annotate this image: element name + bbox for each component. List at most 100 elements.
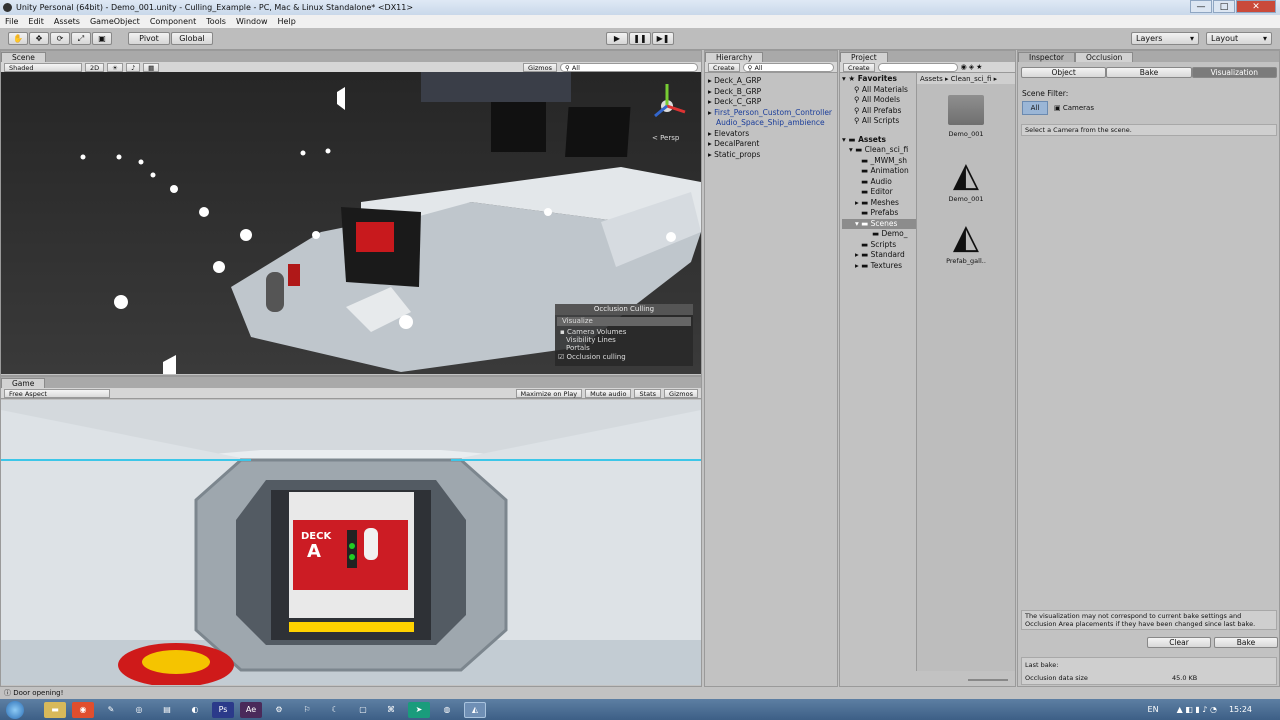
- audio-toggle-icon[interactable]: ♪: [125, 62, 141, 72]
- rotate-tool-icon[interactable]: ⟳: [50, 32, 70, 45]
- app-icon[interactable]: ➤: [408, 701, 430, 718]
- lighting-toggle-icon[interactable]: ☀: [107, 62, 123, 72]
- folder-item[interactable]: ▬ Audio: [842, 177, 916, 188]
- minimize-button[interactable]: —: [1190, 0, 1212, 13]
- scene-search-input[interactable]: ⚲ All: [560, 62, 698, 72]
- rect-tool-icon[interactable]: ▣: [92, 32, 112, 45]
- asset-item[interactable]: ◭ Prefab_gall..: [946, 219, 986, 265]
- menu-gameobject[interactable]: GameObject: [85, 17, 145, 26]
- chrome-icon[interactable]: ◉: [72, 701, 94, 718]
- favorite-item[interactable]: ⚲ All Prefabs: [842, 106, 916, 117]
- layout-dropdown[interactable]: Layout ▾: [1206, 32, 1272, 45]
- folder-item[interactable]: ▸ ▬ Standard: [842, 250, 916, 261]
- hierarchy-item[interactable]: Audio_Space_Ship_ambience: [708, 118, 832, 129]
- hierarchy-item[interactable]: ▸ Deck_A_GRP: [708, 76, 832, 87]
- favorite-item[interactable]: ⚲ All Models: [842, 95, 916, 106]
- pause-button[interactable]: ❚❚: [629, 32, 651, 45]
- app-icon[interactable]: ▤: [156, 702, 178, 718]
- app-icon[interactable]: ⚙: [268, 702, 290, 718]
- subtab-bake[interactable]: Bake: [1106, 67, 1192, 78]
- gizmos-dropdown[interactable]: Gizmos: [523, 62, 557, 72]
- filter-all-button[interactable]: All: [1022, 101, 1048, 115]
- menu-component[interactable]: Component: [145, 17, 201, 26]
- folder-item[interactable]: ▸ ▬ Textures: [842, 261, 916, 272]
- bake-button[interactable]: Bake: [1214, 637, 1278, 648]
- hierarchy-item[interactable]: ▸ Deck_B_GRP: [708, 87, 832, 98]
- maximize-button[interactable]: □: [1213, 0, 1235, 13]
- hierarchy-search-input[interactable]: ⚲ All: [742, 62, 834, 72]
- mute-audio-toggle[interactable]: Mute audio: [585, 388, 632, 398]
- clock[interactable]: 15:24: [1229, 705, 1252, 714]
- hierarchy-item[interactable]: ▸ Elevators: [708, 129, 832, 140]
- hierarchy-item[interactable]: ▸ Deck_C_GRP: [708, 97, 832, 108]
- filter-label-icon[interactable]: ◈: [969, 63, 974, 71]
- pivot-toggle[interactable]: Pivot: [128, 32, 170, 45]
- hierarchy-item[interactable]: ▸ First_Person_Custom_Controller: [708, 108, 832, 119]
- photoshop-icon[interactable]: Ps: [212, 701, 234, 718]
- persp-label[interactable]: < Persp: [652, 134, 679, 142]
- folder-item[interactable]: ▸ ▬ Meshes: [842, 198, 916, 209]
- tab-scene[interactable]: Scene: [1, 52, 46, 62]
- app-icon[interactable]: ⚐: [296, 702, 318, 718]
- favorite-item[interactable]: ⚲ All Scripts: [842, 116, 916, 127]
- project-search-input[interactable]: [877, 62, 958, 72]
- favorites-header[interactable]: ▾ ★ Favorites: [842, 74, 916, 85]
- icon-size-slider[interactable]: [968, 679, 1008, 681]
- subtab-visualization[interactable]: Visualization: [1191, 67, 1277, 78]
- unity-taskbar-icon[interactable]: ◭: [464, 701, 486, 718]
- steam-icon[interactable]: ◎: [128, 702, 150, 718]
- after-effects-icon[interactable]: Ae: [240, 701, 262, 718]
- global-toggle[interactable]: Global: [171, 32, 213, 45]
- folder-item[interactable]: ▬ Editor: [842, 187, 916, 198]
- hierarchy-item[interactable]: ▸ DecalParent: [708, 139, 832, 150]
- start-button-icon[interactable]: [6, 700, 24, 719]
- filter-type-icon[interactable]: ◉: [961, 63, 967, 71]
- step-button[interactable]: ▶❚: [652, 32, 674, 45]
- tab-game[interactable]: Game: [1, 378, 46, 388]
- app-icon[interactable]: ◐: [184, 702, 206, 718]
- filter-cameras-button[interactable]: ▣ Cameras: [1054, 104, 1094, 112]
- tab-inspector[interactable]: Inspector: [1018, 52, 1075, 62]
- project-create-dropdown[interactable]: Create: [843, 62, 875, 72]
- close-button[interactable]: ✕: [1236, 0, 1276, 13]
- layers-dropdown[interactable]: Layers ▾: [1131, 32, 1199, 45]
- menu-edit[interactable]: Edit: [23, 17, 49, 26]
- folder-item[interactable]: ▬ Prefabs: [842, 208, 916, 219]
- stats-toggle[interactable]: Stats: [634, 388, 662, 398]
- favorite-star-icon[interactable]: ★: [976, 63, 982, 71]
- 2d-toggle[interactable]: 2D: [85, 62, 105, 72]
- folder-item[interactable]: ▬ Demo_: [842, 229, 916, 240]
- tray-icons[interactable]: ▲ ◧ ▮ ♪ ◔: [1177, 705, 1217, 714]
- folder-item[interactable]: ▬ _MWM_sh: [842, 156, 916, 167]
- folder-item-selected[interactable]: ▾ ▬ Scenes: [842, 218, 916, 229]
- language-indicator[interactable]: EN: [1148, 705, 1159, 714]
- assets-header[interactable]: ▾ ▬ Assets: [842, 135, 916, 146]
- play-button[interactable]: ▶: [606, 32, 628, 45]
- menu-window[interactable]: Window: [231, 17, 273, 26]
- app-icon[interactable]: ✎: [100, 702, 122, 718]
- folder-item[interactable]: ▬ Animation: [842, 166, 916, 177]
- tab-project[interactable]: Project: [840, 52, 888, 62]
- portals-item[interactable]: Portals: [555, 344, 693, 352]
- favorite-item[interactable]: ⚲ All Materials: [842, 85, 916, 96]
- move-tool-icon[interactable]: ✥: [29, 32, 49, 45]
- folder-item[interactable]: ▾ ▬ Clean_sci_fi: [842, 145, 916, 156]
- scale-tool-icon[interactable]: ⤢: [71, 32, 91, 45]
- tab-occlusion[interactable]: Occlusion: [1074, 52, 1134, 62]
- app-icon[interactable]: ☾: [324, 702, 346, 718]
- maximize-on-play-toggle[interactable]: Maximize on Play: [515, 388, 583, 398]
- scene-viewport[interactable]: < Persp Occlusion Culling Visualize ▪ Ca…: [1, 72, 701, 374]
- effects-toggle-icon[interactable]: ▦: [143, 62, 160, 72]
- hierarchy-item[interactable]: ▸ Static_props: [708, 150, 832, 161]
- asset-item[interactable]: Demo_001: [946, 95, 986, 138]
- menu-tools[interactable]: Tools: [201, 17, 231, 26]
- game-gizmos-dropdown[interactable]: Gizmos: [664, 388, 698, 398]
- app-icon[interactable]: ▢: [352, 702, 374, 718]
- asset-item[interactable]: ◭ Demo_001: [946, 157, 986, 203]
- menu-file[interactable]: File: [0, 17, 23, 26]
- aspect-dropdown[interactable]: Free Aspect: [4, 388, 110, 398]
- hierarchy-create-dropdown[interactable]: Create: [708, 62, 740, 72]
- shading-dropdown[interactable]: Shaded: [4, 62, 82, 72]
- orientation-gizmo-icon[interactable]: [647, 80, 687, 124]
- clear-button[interactable]: Clear: [1147, 637, 1211, 648]
